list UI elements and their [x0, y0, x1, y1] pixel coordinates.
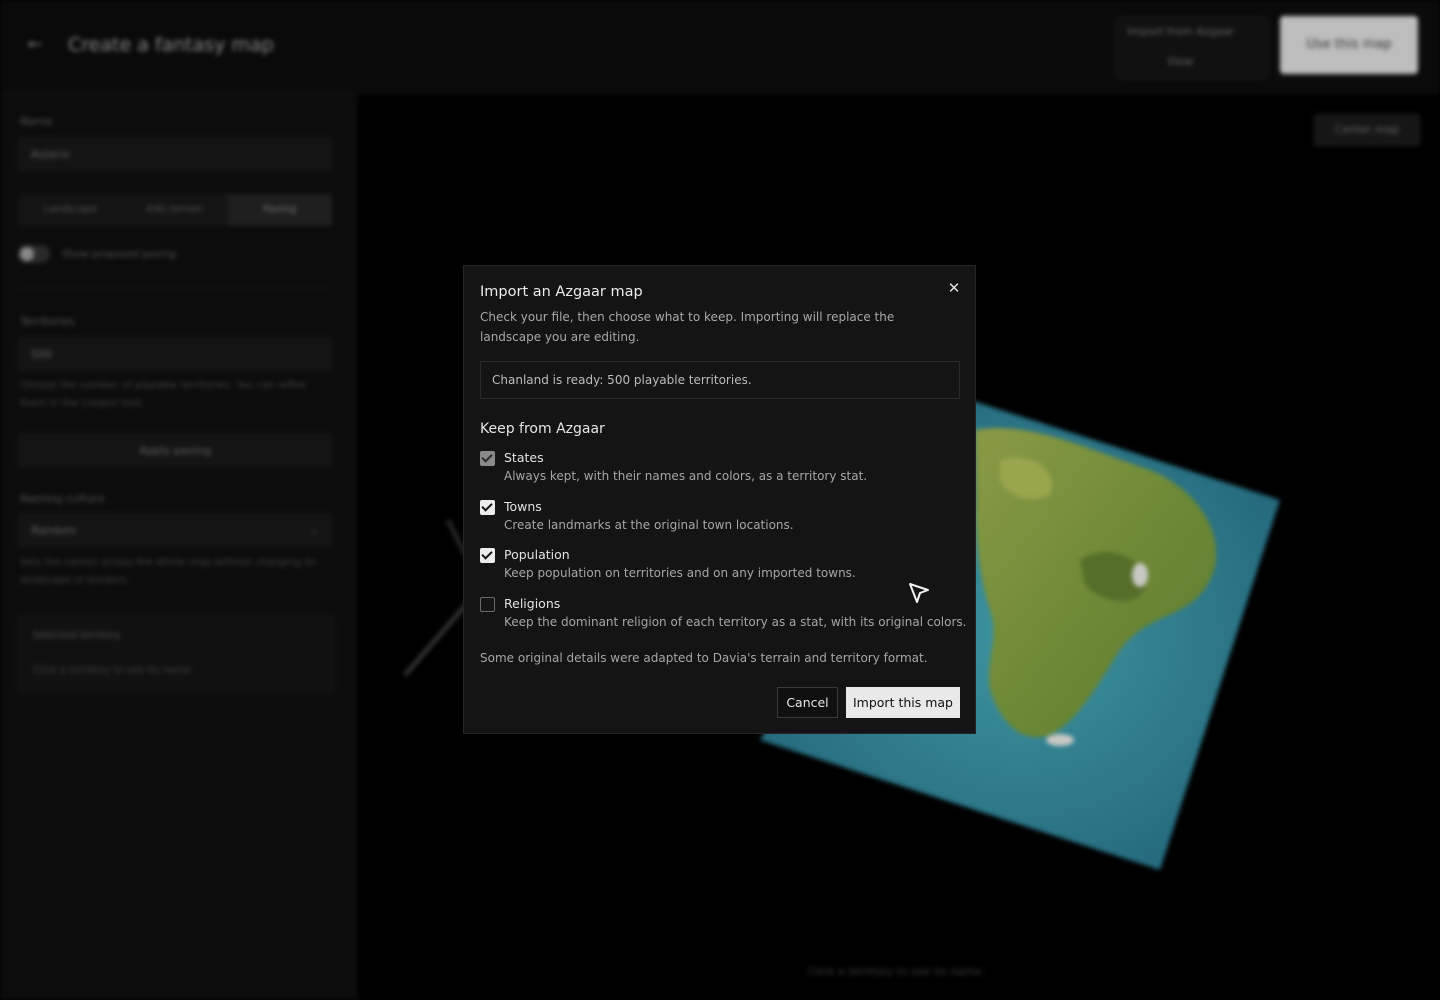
option-population: Population Keep population on territorie…: [480, 547, 960, 587]
option-description: Always kept, with their names and colors…: [504, 469, 868, 483]
import-status-box: Chanland is ready: 500 playable territor…: [480, 361, 960, 399]
map-peak: [1132, 563, 1148, 587]
option-description: Keep the dominant religion of each terri…: [504, 615, 967, 629]
option-description: Keep population on territories and on an…: [504, 566, 856, 580]
map-peak: [1046, 734, 1074, 746]
option-name: Towns: [504, 499, 542, 514]
towns-checkbox[interactable]: [480, 500, 495, 515]
dialog-title: Import an Azgaar map: [480, 284, 643, 300]
population-checkbox[interactable]: [480, 548, 495, 563]
import-this-map-button[interactable]: Import this map: [846, 687, 960, 718]
map-edge-line: [403, 598, 472, 677]
mouse-cursor-icon: [909, 583, 929, 603]
adaptation-note: Some original details were adapted to Da…: [480, 651, 928, 665]
religions-checkbox[interactable]: [480, 597, 495, 612]
close-icon[interactable]: ✕: [946, 280, 962, 296]
canvas-hint: Click a territory to see its name.: [808, 965, 986, 978]
import-azgaar-dialog: Import an Azgaar map ✕ Check your file, …: [463, 265, 976, 734]
keep-section-title: Keep from Azgaar: [480, 421, 605, 437]
dialog-description: Check your file, then choose what to kee…: [480, 310, 895, 344]
center-map-button[interactable]: Center map: [1314, 114, 1420, 146]
option-description: Create landmarks at the original town lo…: [504, 518, 794, 532]
option-religions: Religions Keep the dominant religion of …: [480, 596, 966, 636]
cancel-button[interactable]: Cancel: [777, 687, 838, 718]
option-name: Religions: [504, 596, 561, 611]
option-name: Population: [504, 547, 570, 562]
option-name: States: [504, 450, 544, 465]
option-towns: Towns Create landmarks at the original t…: [480, 499, 960, 539]
option-states: States Always kept, with their names and…: [480, 450, 960, 490]
states-checkbox[interactable]: [480, 451, 495, 466]
